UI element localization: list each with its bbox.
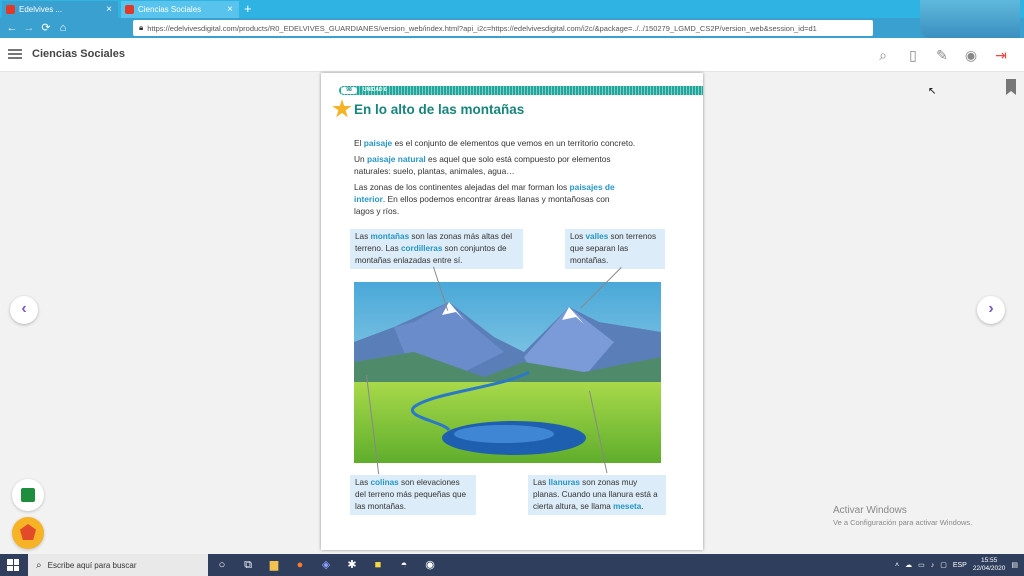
volume-icon[interactable]: ♪ [931, 562, 935, 569]
classroom-icon [21, 488, 35, 502]
discord-icon[interactable]: ◈ [318, 557, 334, 573]
windows-taskbar: ⌕ Escribe aquí para buscar ○ ⧉ ▆ ● ◈ ✱ ■… [0, 554, 1024, 576]
photos-icon[interactable]: ◓ [396, 557, 412, 573]
mouse-cursor-icon: ↖ [928, 86, 937, 97]
watermark-subtitle: Ve a Configuración para activar Windows. [833, 518, 973, 527]
lock-icon: 🔒︎ [139, 23, 144, 32]
clock-date: 22/04/2020 [972, 565, 1006, 572]
reload-icon[interactable]: ⟳ [39, 21, 53, 35]
mountain-landscape-illustration [354, 282, 661, 463]
network-icon[interactable]: ▭ [918, 561, 925, 569]
browser-theme-artwork [920, 0, 1020, 38]
callout-colinas: Las colinas son elevaciones del terreno … [350, 475, 476, 515]
star-icon [332, 99, 352, 118]
close-tab-icon[interactable]: × [106, 4, 112, 15]
page-bookmark-icon[interactable] [1006, 79, 1016, 95]
obs-icon[interactable]: ◉ [422, 557, 438, 573]
browser-tab-bar: Edelvives ... × Ciencias Sociales × + — … [0, 0, 1024, 18]
badge-icon [20, 524, 36, 540]
clock-time: 15:55 [980, 557, 998, 564]
back-icon[interactable]: ← [5, 21, 19, 35]
file-explorer-icon[interactable]: ▆ [266, 557, 282, 573]
language-indicator[interactable]: ESP [953, 562, 967, 569]
unit-band [339, 86, 703, 95]
cortana-icon[interactable]: ○ [214, 557, 230, 573]
forward-icon[interactable]: → [22, 21, 36, 35]
paragraph-paisaje-natural: Un paisaje natural es aquel que solo est… [354, 154, 611, 176]
search-icon: ⌕ [36, 559, 42, 571]
new-tab-button[interactable]: + [244, 1, 252, 17]
pencil-icon[interactable]: ✎ [933, 46, 951, 64]
callout-valles: Los valles son terrenos que separan las … [565, 229, 665, 269]
app-toolbar: Ciencias Sociales ⌕ ▯ ✎ ◉ ⇥ [0, 38, 1024, 72]
book-icon[interactable]: ▯ [904, 46, 922, 64]
paragraph-paisajes-interior: Las zonas de los continentes alejadas de… [354, 182, 615, 216]
hamburger-menu-icon[interactable] [8, 49, 22, 59]
google-classroom-button[interactable] [12, 479, 44, 511]
cloud-icon[interactable]: ☁ [905, 561, 912, 569]
task-view-icon[interactable]: ⧉ [240, 557, 256, 573]
page-heading: En lo alto de las montañas [354, 102, 525, 117]
reader-view-icon[interactable]: ▭ [843, 21, 857, 35]
eye-icon[interactable]: ◉ [962, 46, 980, 64]
edelvives-favicon-icon [125, 5, 134, 14]
windows-start-icon[interactable] [7, 559, 19, 571]
clock[interactable]: 15:55 22/04/2020 [973, 557, 1006, 573]
callout-montanas: Las montañas son las zonas más altas del… [350, 229, 523, 269]
notifications-icon[interactable]: ▤ [1011, 561, 1018, 569]
app-title: Ciencias Sociales [32, 48, 125, 60]
windows-activation-watermark: Activar Windows Ve a Configuración para … [833, 505, 972, 527]
display-icon[interactable]: ▢ [940, 561, 947, 569]
url-text: https://edelvivesdigital.com/products/R0… [147, 23, 817, 33]
address-bar: ← → ⟳ ⌂ 🔒︎ https://edelvivesdigital.com/… [0, 18, 1024, 38]
url-input[interactable]: 🔒︎ https://edelvivesdigital.com/products… [133, 20, 873, 36]
watermark-title: Activar Windows [833, 505, 907, 516]
book-page: 98 UNIDAD 6 En lo alto de las montañas E… [321, 73, 703, 550]
unit-label: UNIDAD 6 [363, 87, 387, 93]
firefox-icon[interactable]: ● [292, 557, 308, 573]
browser-tab-edelvives[interactable]: Edelvives ... × [2, 1, 118, 18]
paragraph-paisaje: El paisaje es el conjunto de elementos q… [354, 138, 636, 148]
search-icon[interactable]: ⌕ [874, 46, 892, 64]
chevron-up-icon[interactable]: ˄ [895, 562, 899, 569]
home-icon[interactable]: ⌂ [56, 21, 70, 35]
sticky-notes-icon[interactable]: ■ [370, 557, 386, 573]
exit-icon[interactable]: ⇥ [992, 46, 1010, 64]
browser-tab-ciencias-sociales[interactable]: Ciencias Sociales × [121, 1, 239, 18]
previous-page-button[interactable]: ‹ [10, 296, 38, 324]
app-icon[interactable]: ✱ [344, 557, 360, 573]
callout-llanuras: Las llanuras son zonas muy planas. Cuand… [528, 475, 666, 515]
bookmark-star-icon[interactable]: ☆ [856, 21, 870, 35]
search-placeholder: Escribe aquí para buscar [47, 560, 137, 570]
next-page-button[interactable]: › [977, 296, 1005, 324]
tab-label: Ciencias Sociales [138, 5, 202, 14]
taskbar-search-input[interactable]: ⌕ Escribe aquí para buscar [28, 554, 208, 576]
system-tray: ˄ ☁ ▭ ♪ ▢ ESP 15:55 22/04/2020 ▤ [895, 557, 1018, 573]
page-number: 98 [341, 87, 357, 94]
tab-label: Edelvives ... [19, 5, 63, 14]
edelvives-favicon-icon [6, 5, 15, 14]
rewards-badge-button[interactable] [12, 517, 44, 549]
close-tab-icon[interactable]: × [227, 4, 233, 15]
